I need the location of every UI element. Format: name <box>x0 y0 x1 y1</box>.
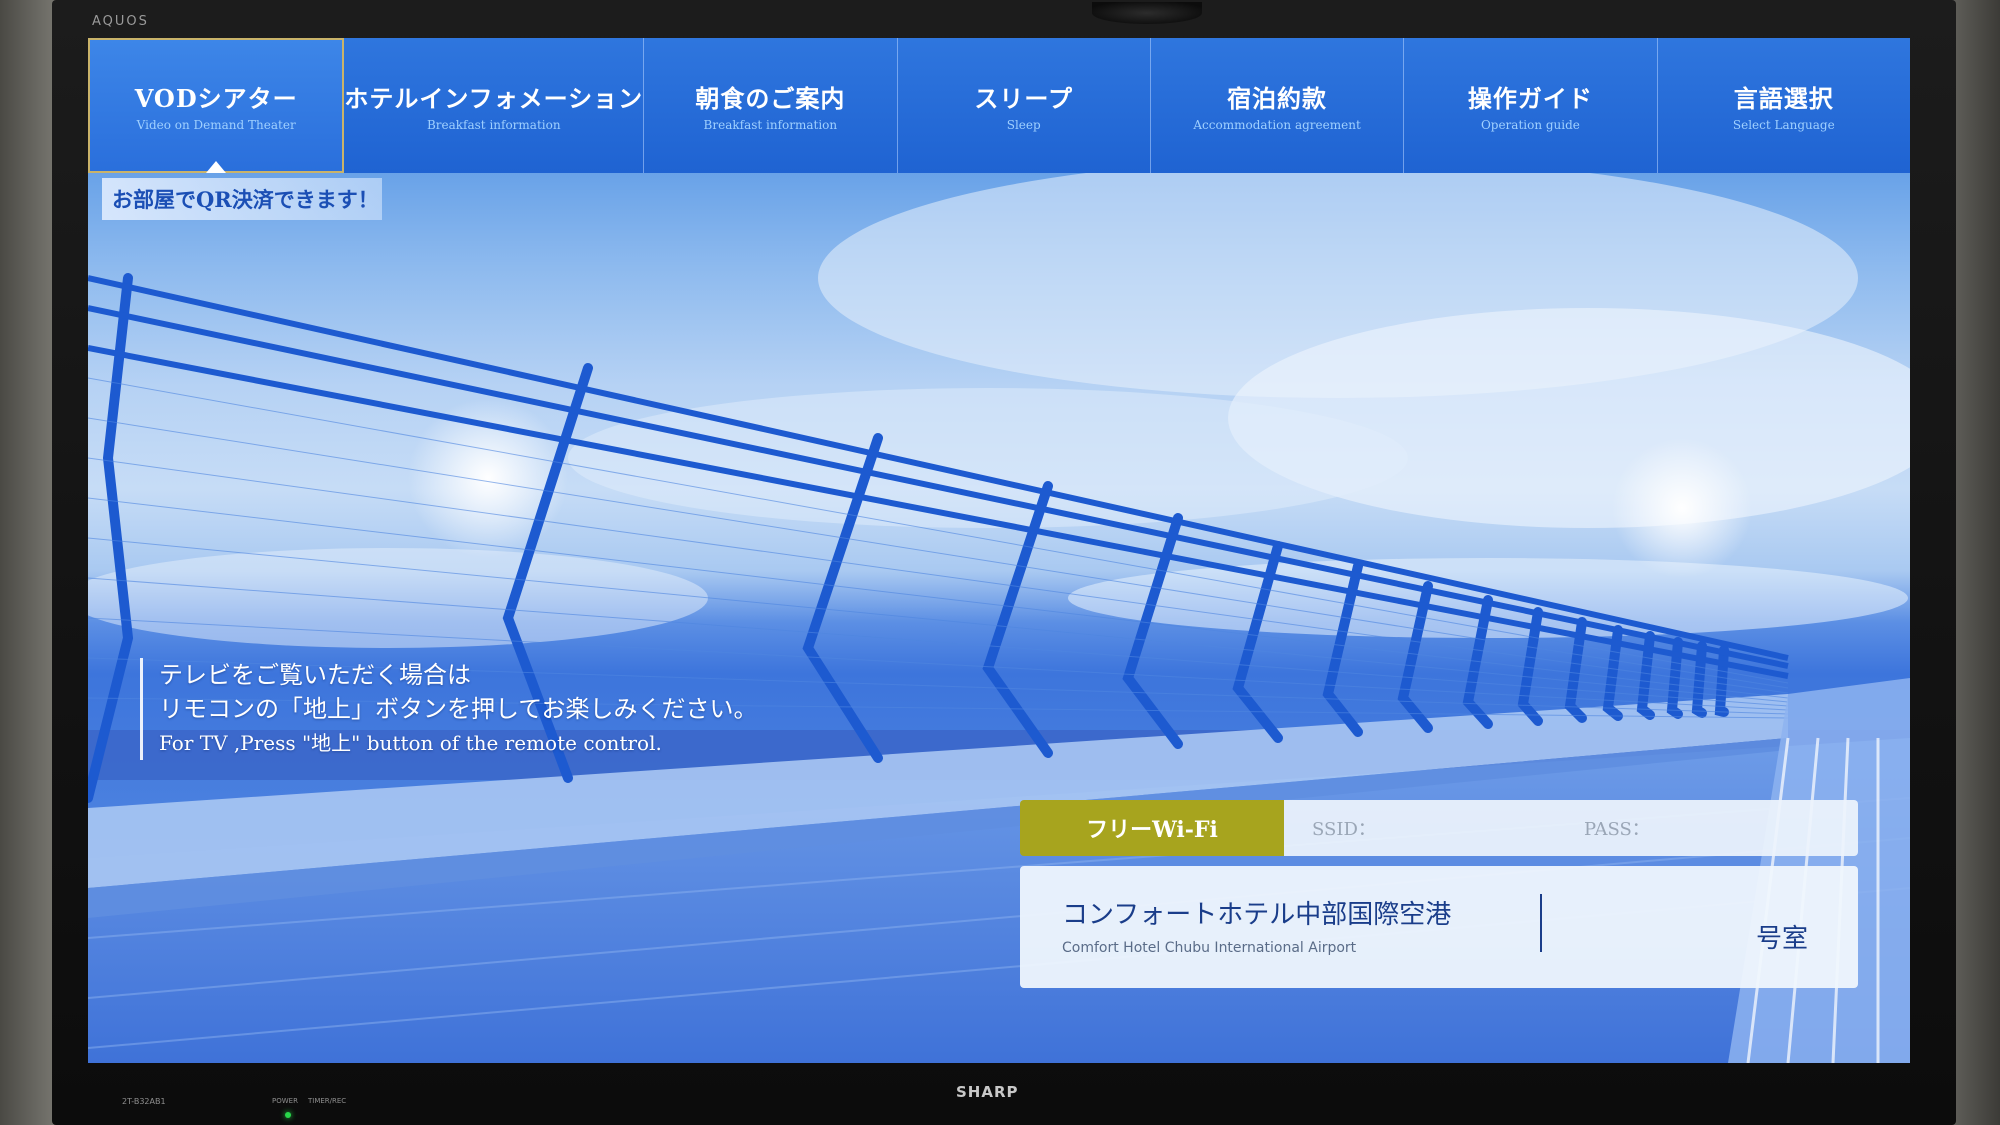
notice-line-2: リモコンの「地上」ボタンを押してお楽しみください。 <box>159 695 758 723</box>
menu-item-sublabel: Video on Demand Theater <box>136 118 296 132</box>
tv-notice: テレビをご覧いただく場合は リモコンの「地上」ボタンを押してお楽しみください。 … <box>140 658 758 760</box>
menu-item-sublabel: Operation guide <box>1480 118 1580 132</box>
divider <box>1540 894 1542 952</box>
hotel-name: コンフォートホテル中部国際空港 <box>1062 900 1452 930</box>
tv-screen: VODシアター Video on Demand Theater ホテルインフォメ… <box>88 38 1910 1063</box>
room-number-label: 号室 <box>1756 924 1809 954</box>
tv-model: 2T-B32AB1 <box>122 1097 166 1106</box>
ssid-label: SSID： <box>1312 819 1376 840</box>
selection-pointer-icon <box>206 161 227 173</box>
tv-power-label: POWER <box>272 1097 298 1105</box>
menu-item-sublabel: Select Language <box>1732 118 1835 132</box>
menu-item-accommodation-agreement[interactable]: 宿泊約款 Accommodation agreement <box>1151 38 1405 173</box>
menu-item-sleep[interactable]: スリープ Sleep <box>898 38 1151 173</box>
menu-item-label: ホテルインフォメーション <box>344 84 644 113</box>
menu-item-label: 操作ガイド <box>1467 84 1593 113</box>
menu-item-breakfast[interactable]: 朝食のご案内 Breakfast information <box>644 38 898 173</box>
notice-english: For TV ,Press "地上" button of the remote … <box>159 731 662 755</box>
menu-item-operation-guide[interactable]: 操作ガイド Operation guide <box>1404 38 1658 173</box>
qr-payment-banner: お部屋でQR決済できます！ <box>102 178 382 220</box>
menu-item-vod-theater[interactable]: VODシアター Video on Demand Theater <box>88 38 345 173</box>
menu-item-sublabel: Sleep <box>1006 118 1041 132</box>
menu-item-sublabel: Accommodation agreement <box>1193 118 1361 132</box>
wifi-label: フリーWi-Fi <box>1020 800 1284 856</box>
tv-brand-bottom: SHARP <box>956 1083 1019 1101</box>
menu-item-label: 宿泊約款 <box>1227 84 1328 113</box>
wifi-fields: SSID： PASS： <box>1284 800 1858 856</box>
menu-item-select-language[interactable]: 言語選択 Select Language <box>1658 38 1910 173</box>
camera-module <box>1092 2 1202 24</box>
wifi-panel: フリーWi-Fi SSID： PASS： <box>1020 800 1858 856</box>
notice-line-1: テレビをご覧いただく場合は <box>159 661 471 689</box>
tv-timer-label: TIMER/REC <box>308 1097 347 1105</box>
menu-item-sublabel: Breakfast information <box>426 118 561 132</box>
menu-item-hotel-information[interactable]: ホテルインフォメーション Breakfast information <box>344 38 645 173</box>
menu-item-label: VODシアター <box>134 84 298 113</box>
menu-item-label: 言語選択 <box>1733 84 1834 113</box>
power-led-icon <box>285 1112 291 1118</box>
menu-item-sublabel: Breakfast information <box>703 118 838 132</box>
tv-brand-top: AQUOS <box>92 14 149 29</box>
hotel-panel: コンフォートホテル中部国際空港 Comfort Hotel Chubu Inte… <box>1020 866 1858 988</box>
pass-label: PASS： <box>1584 819 1650 840</box>
hotel-name-english: Comfort Hotel Chubu International Airpor… <box>1062 940 1357 956</box>
top-menu: VODシアター Video on Demand Theater ホテルインフォメ… <box>88 38 1910 173</box>
menu-item-label: スリープ <box>974 84 1073 113</box>
menu-item-label: 朝食のご案内 <box>695 84 846 113</box>
